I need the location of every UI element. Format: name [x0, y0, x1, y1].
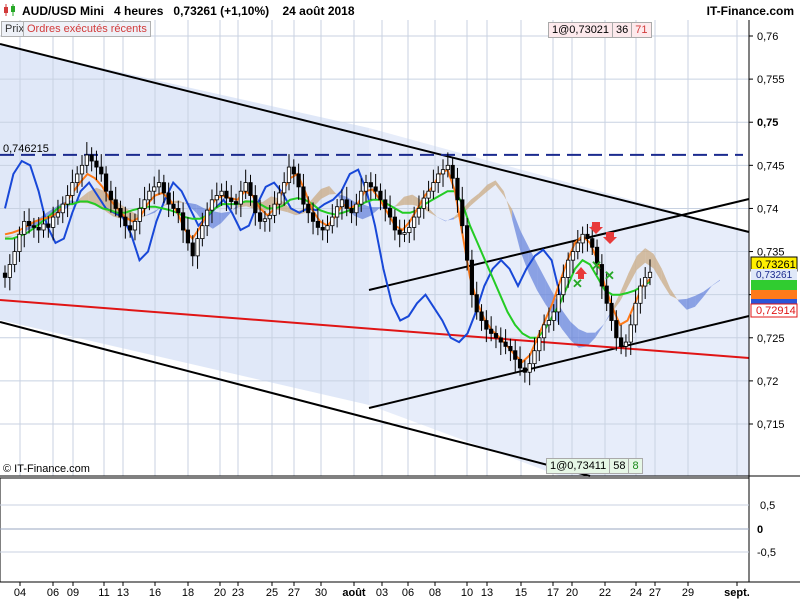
watermark: © IT-Finance.com — [3, 463, 90, 475]
order-qty-price: 1@0,73411 — [547, 459, 611, 473]
chart-header: AUD/USD Mini 4 heures 0,73261 (+1,10%) 2… — [0, 0, 800, 20]
x-tick-label: 27 — [649, 587, 661, 599]
x-tick-label: 06 — [47, 587, 59, 599]
chart-date: 24 août 2018 — [282, 4, 355, 18]
x-tick-label: 11 — [98, 587, 109, 599]
x-tick-label: 29 — [682, 587, 694, 599]
x-tick-label: sept. — [724, 587, 750, 599]
x-tick-label: août — [342, 587, 366, 599]
price-chart: ✕ ✕ ✕ 0,760,7550,750,7450,740,7350,730,7… — [0, 20, 800, 600]
tab-ordres-recents[interactable]: Ordres exécutés récents — [23, 21, 151, 37]
last-price: 0,73261 (+1,10%) — [173, 4, 270, 18]
x-tick-label: 17 — [547, 587, 559, 599]
x-tick-label: 20 — [214, 587, 226, 599]
x-axis-ticks: 04 06 09 11 13 16 18 20 23 25 27 30 août 03 06 08 10 13 15… — [14, 582, 750, 599]
instrument-name: AUD/USD Mini — [22, 4, 104, 18]
indicator-tick: 0,5 — [760, 500, 775, 512]
x-tick-label: 25 — [266, 587, 278, 599]
x-tick-label: 16 — [149, 587, 161, 599]
buy-cross-icon: ✕ — [604, 268, 615, 283]
dashed-level-label: 0,746215 — [3, 143, 49, 155]
order-label-top: 1@0,73021 36 71 — [548, 22, 652, 38]
indicator-tick: -0,5 — [757, 547, 776, 559]
y-tick-label: 0,725 — [757, 333, 785, 345]
order-n1: 58 — [610, 459, 630, 473]
x-tick-label: 03 — [376, 587, 388, 599]
x-tick-label: 18 — [182, 587, 194, 599]
indicator-tick: 0 — [757, 524, 763, 536]
x-tick-label: 23 — [232, 587, 244, 599]
x-tick-label: 09 — [67, 587, 79, 599]
x-tick-label: 13 — [481, 587, 493, 599]
y-tick-label: 0,745 — [757, 160, 785, 172]
x-tick-label: 27 — [288, 587, 300, 599]
candlestick-icon — [4, 4, 15, 16]
x-tick-label: 04 — [14, 587, 26, 599]
x-tick-label: 30 — [315, 587, 327, 599]
y-tick-label: 0,72 — [757, 376, 778, 388]
chart-title: AUD/USD Mini 4 heures 0,73261 (+1,10%) 2… — [22, 4, 355, 18]
x-tick-label: 22 — [599, 587, 611, 599]
x-tick-label: 13 — [117, 587, 129, 599]
order-n2: 8 — [632, 460, 639, 472]
site-name: IT-Finance.com — [706, 4, 794, 18]
x-tick-label: 15 — [515, 587, 527, 599]
x-tick-label: 08 — [429, 587, 441, 599]
buy-cross-icon: ✕ — [591, 258, 602, 273]
buy-cross-icon: ✕ — [572, 276, 583, 291]
y-tick-label: 0,755 — [757, 74, 785, 86]
order-n1: 36 — [613, 23, 633, 37]
order-n2: 71 — [635, 24, 648, 36]
indicator-panel — [0, 477, 750, 583]
y-tick-label: 0,74 — [757, 203, 778, 215]
order-qty-price: 1@0,73021 — [549, 23, 614, 37]
y-tick-label: 0,715 — [757, 419, 785, 431]
price-badges: 0,73261 0,73261 0,72914 — [750, 256, 798, 318]
timeframe: 4 heures — [114, 4, 164, 18]
second-price-text: 0,73261 — [756, 270, 793, 281]
x-tick-label: 20 — [566, 587, 578, 599]
y-tick-label: 0,76 — [757, 31, 778, 43]
x-tick-label: 10 — [461, 587, 473, 599]
x-tick-label: 24 — [630, 587, 642, 599]
y-tick-label: 0,75 — [757, 117, 778, 129]
order-label-bottom: 1@0,73411 58 8 — [546, 458, 643, 474]
x-tick-label: 06 — [402, 587, 414, 599]
lower-price-text: 0,72914 — [756, 305, 796, 317]
